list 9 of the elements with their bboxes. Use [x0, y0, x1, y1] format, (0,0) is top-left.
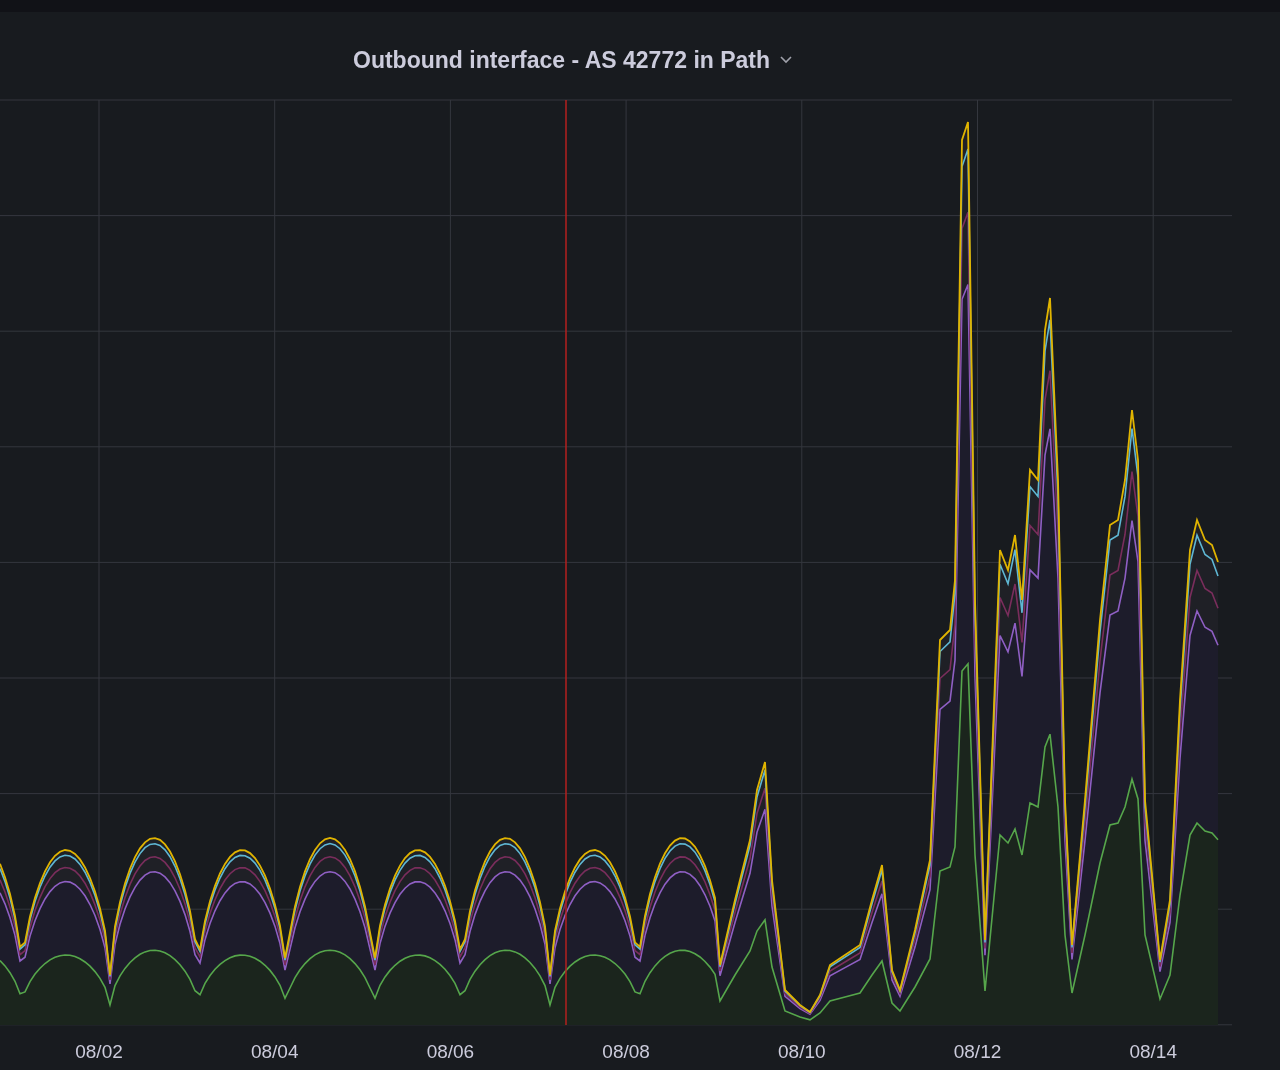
axis-label: 08/12	[953, 1041, 1002, 1062]
axis-label: 08/04	[250, 1041, 299, 1062]
panel-title[interactable]: Outbound interface - AS 42772 in Path	[353, 32, 793, 88]
chevron-down-icon	[780, 56, 793, 64]
axis-label: 08/02	[75, 1041, 123, 1062]
axis-label: 08/08	[602, 1041, 650, 1062]
axis-label: 08/14	[1129, 1041, 1177, 1062]
axis-label: 08/06	[426, 1041, 475, 1062]
axis-label: 08/10	[778, 1041, 826, 1062]
